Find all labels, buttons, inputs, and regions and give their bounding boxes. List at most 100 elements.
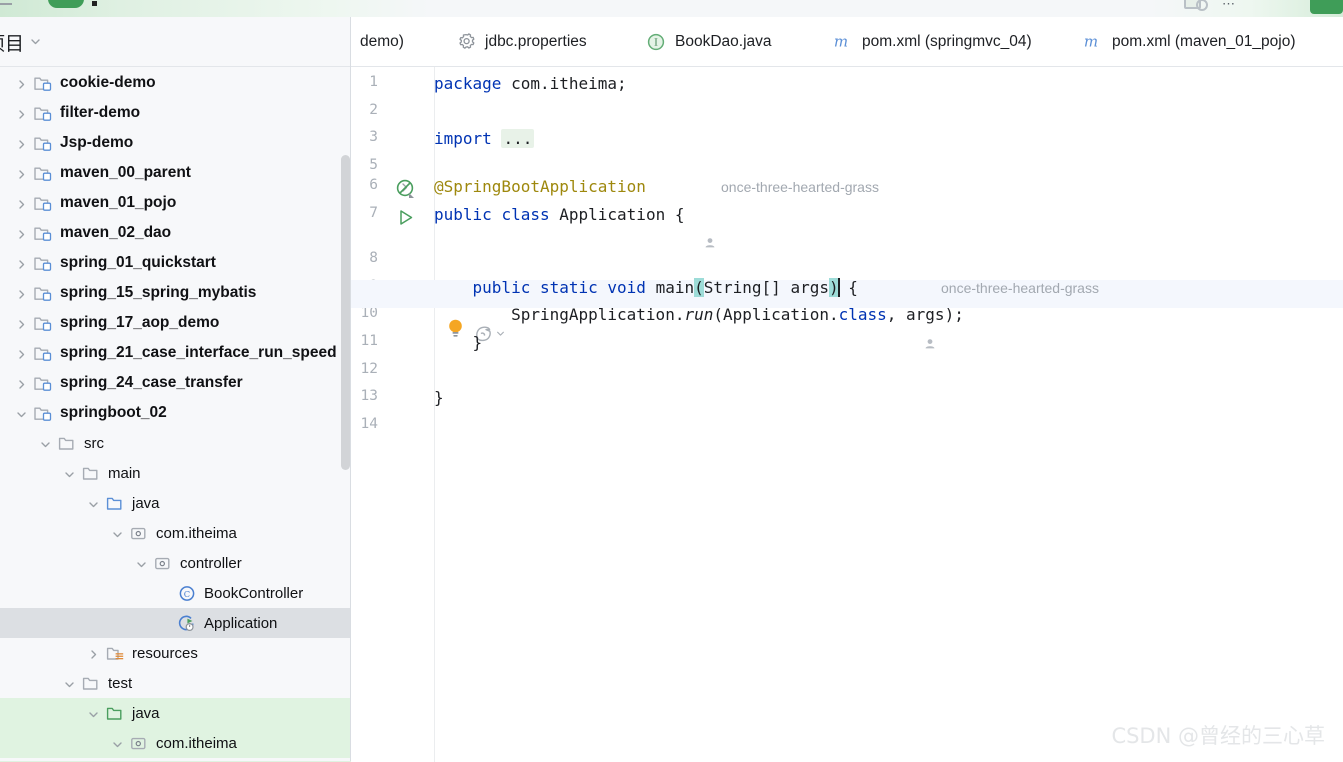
chevron-right-icon[interactable] — [88, 649, 99, 660]
overflow-dots-icon[interactable]: ⋯ — [1222, 0, 1236, 10]
tree-item-resources[interactable]: resources — [0, 638, 350, 668]
tree-item-label: java — [132, 704, 160, 722]
tree-item-spring-15-spring-mybatis[interactable]: spring_15_spring_mybatis — [0, 278, 350, 308]
tree-item-label: spring_15_spring_mybatis — [60, 284, 257, 302]
chevron-right-icon[interactable] — [16, 379, 27, 390]
code-content[interactable]: package com.itheima; import ... @SpringB… — [351, 67, 1343, 762]
chevron-right-icon[interactable] — [16, 79, 27, 90]
chevron-right-icon[interactable] — [16, 199, 27, 210]
tree-item-com-itheima[interactable]: com.itheima — [0, 728, 350, 758]
editor-tab-4[interactable]: m pom.xml (maven_01_pojo) — [1081, 17, 1296, 66]
tree-item-label: BookController — [204, 584, 304, 602]
ide-window: ⋯ 项目 cookie-demo filter-demo Jsp-demo maven… — [0, 0, 1343, 762]
module-folder-icon — [34, 405, 53, 422]
tree-item-jsp-demo[interactable]: Jsp-demo — [0, 128, 350, 158]
caret-icon — [92, 1, 97, 6]
tree-item-spring-01-quickstart[interactable]: spring_01_quickstart — [0, 248, 350, 278]
svg-text:m: m — [1084, 33, 1098, 51]
tree-item-filter-demo[interactable]: filter-demo — [0, 98, 350, 128]
tree-item-controller[interactable]: controller — [0, 548, 350, 578]
toolbar-strip: ⋯ — [0, 0, 1343, 17]
chevron-right-icon[interactable] — [16, 229, 27, 240]
editor-tab-0[interactable]: demo) — [360, 17, 404, 66]
tree-item-spring-24-case-transfer[interactable]: spring_24_case_transfer — [0, 368, 350, 398]
chevron-down-icon[interactable] — [88, 499, 99, 510]
chevron-down-icon[interactable] — [112, 739, 123, 750]
chevron-right-icon[interactable] — [16, 319, 27, 330]
folded-imports[interactable]: ... — [501, 129, 535, 148]
chevron-down-icon[interactable] — [40, 439, 51, 450]
module-folder-icon — [34, 315, 53, 332]
editor-tab-label: pom.xml (maven_01_pojo) — [1112, 33, 1296, 51]
tree-item-application[interactable]: Application — [0, 608, 350, 638]
no-entry-marker[interactable] — [396, 179, 416, 199]
chevron-right-icon[interactable] — [16, 289, 27, 300]
editor-tab-bar[interactable]: demo) jdbc.properties I BookDao.java m pom.xm… — [351, 17, 1343, 67]
csdn-watermark: CSDN @曾经的三心草 — [1111, 724, 1325, 748]
person-icon — [704, 181, 716, 248]
tree-item-maven-00-parent[interactable]: maven_00_parent — [0, 158, 350, 188]
tree-item-maven-01-pojo[interactable]: maven_01_pojo — [0, 188, 350, 218]
keyword-public-2: public — [472, 278, 531, 297]
collapse-dash-icon[interactable] — [0, 3, 12, 5]
editor-tab-2[interactable]: I BookDao.java — [646, 17, 772, 66]
line9-tail: { — [838, 278, 858, 297]
chevron-right-icon[interactable] — [16, 109, 27, 120]
green-box-icon[interactable] — [1310, 0, 1343, 14]
sidebar-scrollbar[interactable] — [341, 155, 350, 470]
chevron-down-icon[interactable] — [64, 469, 75, 480]
editor-tab-label: demo) — [360, 33, 404, 51]
tree-item-src[interactable]: src — [0, 428, 350, 458]
tree-item-label: cookie-demo — [60, 74, 156, 92]
tree-item-java[interactable]: java — [0, 698, 350, 728]
chevron-down-icon[interactable] — [112, 529, 123, 540]
editor-tab-1[interactable]: jdbc.properties — [456, 17, 587, 66]
chevron-down-icon[interactable] — [30, 36, 41, 47]
module-folder-icon — [34, 75, 53, 92]
svg-text:I: I — [654, 38, 658, 49]
tree-item-label: com.itheima — [156, 734, 237, 752]
tree-item-cookie-demo[interactable]: cookie-demo — [0, 68, 350, 98]
chevron-down-icon[interactable] — [136, 559, 147, 570]
chevron-right-icon[interactable] — [16, 139, 27, 150]
module-folder-icon — [34, 285, 53, 302]
tree-item-maven-02-dao[interactable]: maven_02_dao — [0, 218, 350, 248]
circle-icon[interactable] — [1196, 0, 1208, 11]
tree-item-label: java — [132, 494, 160, 512]
tree-item-main[interactable]: main — [0, 458, 350, 488]
tree-item-java[interactable]: java — [0, 488, 350, 518]
code-line-1: package com.itheima; — [434, 70, 627, 98]
tree-item-spring-21-case-interface-run-speed[interactable]: spring_21_case_interface_run_speed — [0, 338, 350, 368]
tree-item-label: filter-demo — [60, 104, 141, 122]
folder-icon — [58, 435, 77, 452]
chevron-down-icon[interactable] — [64, 679, 75, 690]
annotation-springbootapplication: @SpringBootApplication — [434, 177, 646, 196]
run-icon[interactable] — [398, 209, 414, 226]
keyword-static: static — [539, 278, 598, 297]
line-number: 13 — [360, 388, 378, 404]
tree-item-bookcontroller[interactable]: C BookController — [0, 578, 350, 608]
tree-item-springboot-02[interactable]: springboot_02 — [0, 398, 350, 428]
green-pill-icon[interactable] — [48, 0, 84, 8]
tree-item-test[interactable]: test — [0, 668, 350, 698]
chevron-right-icon[interactable] — [16, 169, 27, 180]
tree-item-spring-17-aop-demo[interactable]: spring_17_aop_demo — [0, 308, 350, 338]
chevron-down-icon[interactable] — [88, 709, 99, 720]
line-number: 5 — [369, 157, 378, 173]
tree-item-com-itheima[interactable]: com.itheima — [0, 518, 350, 548]
code-line-7: public class Application { — [434, 201, 684, 229]
tree-item-label: Application — [204, 614, 278, 632]
vcs-author-name: once-three-hearted-grass — [721, 179, 879, 195]
project-tree[interactable]: cookie-demo filter-demo Jsp-demo maven_00_p… — [0, 68, 350, 762]
editor-gutter[interactable]: 123567891011121314 — [351, 67, 434, 762]
chevron-right-icon[interactable] — [16, 349, 27, 360]
chevron-right-icon[interactable] — [16, 259, 27, 270]
chevron-down-icon[interactable] — [16, 409, 27, 420]
code-editor[interactable]: 123567891011121314 — [351, 67, 1343, 762]
closing-brace-method: } — [472, 333, 483, 352]
editor-tab-3[interactable]: m pom.xml (springmvc_04) — [831, 17, 1032, 66]
keyword-class: class — [501, 205, 550, 224]
person-icon-2 — [924, 282, 936, 349]
sidebar-header: 项目 — [0, 17, 350, 67]
folder-test-icon — [106, 705, 125, 722]
